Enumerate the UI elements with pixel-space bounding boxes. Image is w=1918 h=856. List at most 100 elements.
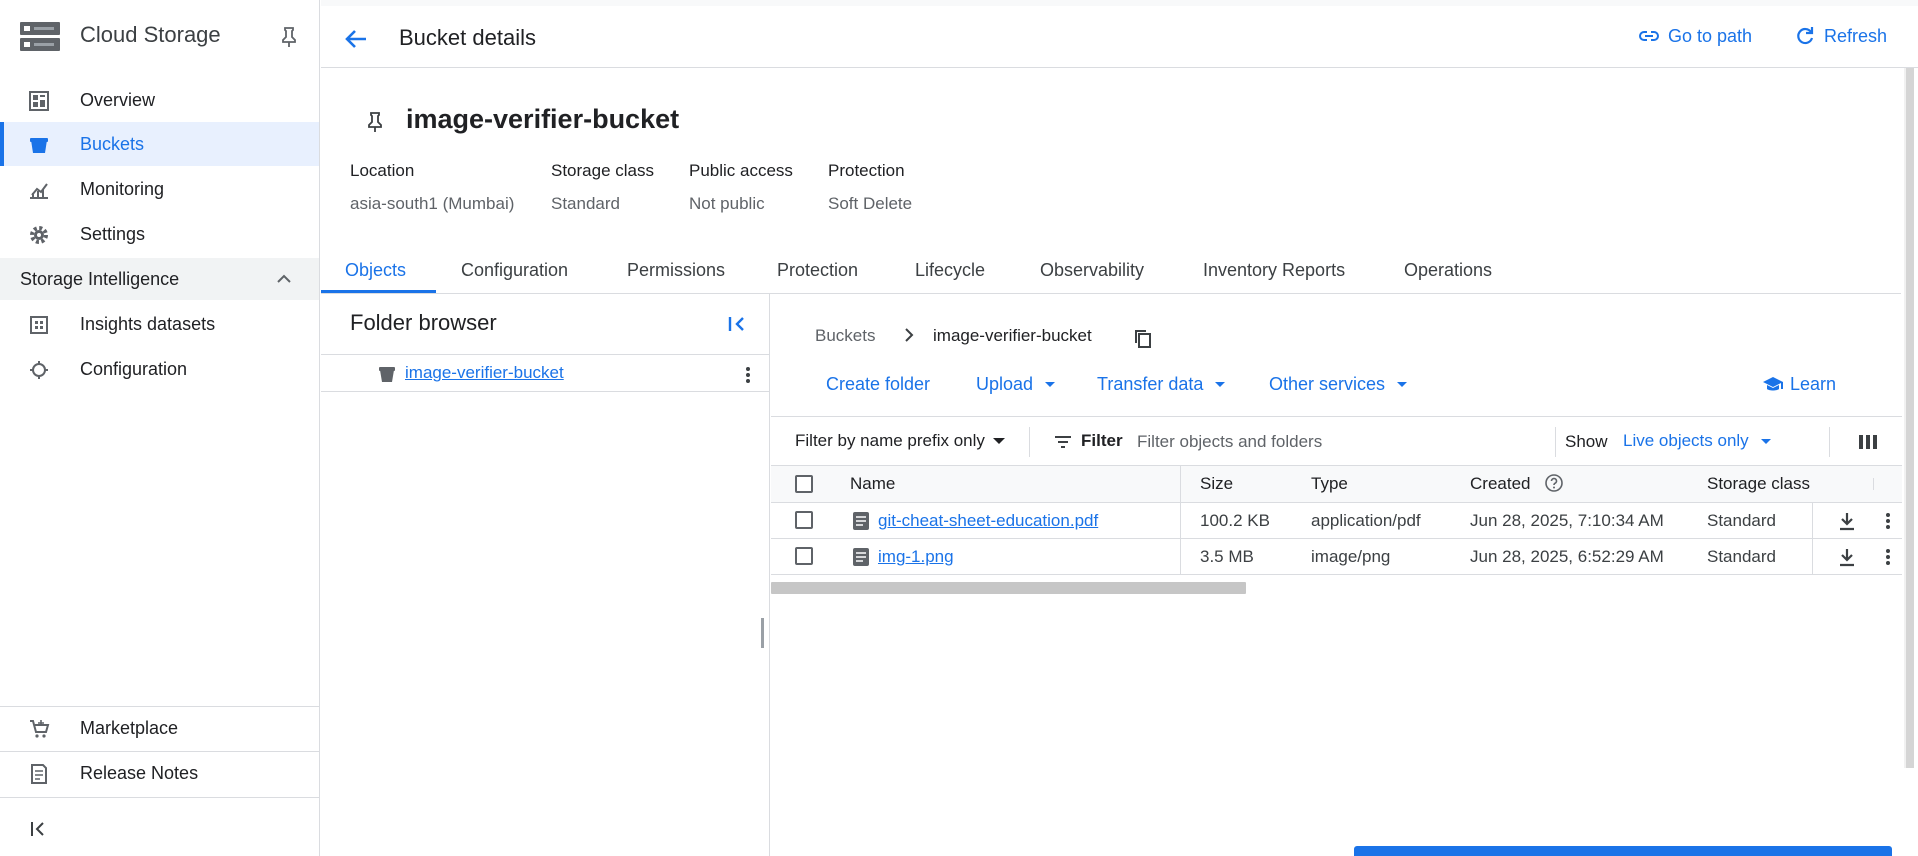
dropdown-caret-icon xyxy=(1397,382,1408,387)
pane-resize-handle[interactable] xyxy=(761,618,764,648)
column-separator xyxy=(1812,503,1813,539)
tab-observability[interactable]: Observability xyxy=(1040,260,1144,281)
breadcrumb-buckets[interactable]: Buckets xyxy=(815,326,875,346)
horizontal-scrollbar[interactable] xyxy=(771,582,1246,594)
column-header-storage-class[interactable]: Storage class xyxy=(1707,474,1810,494)
gear-icon xyxy=(30,226,48,244)
table-row[interactable]: git-cheat-sheet-education.pdf 100.2 KB a… xyxy=(771,503,1902,539)
meta-storage-class: Storage class Standard xyxy=(551,161,654,214)
meta-protection: Protection Soft Delete xyxy=(828,161,912,214)
row-checkbox[interactable] xyxy=(795,511,813,529)
column-separator xyxy=(1873,478,1874,490)
download-icon[interactable] xyxy=(1837,546,1857,568)
tab-configuration[interactable]: Configuration xyxy=(461,260,568,281)
bucket-icon xyxy=(30,138,48,153)
transfer-data-label: Transfer data xyxy=(1097,374,1204,394)
folder-tree-item[interactable]: image-verifier-bucket xyxy=(321,354,770,392)
sidebar-section-storage-intelligence[interactable]: Storage Intelligence xyxy=(0,258,319,300)
meta-key: Public access xyxy=(689,161,793,180)
sidebar-item-settings[interactable]: Settings xyxy=(0,212,319,256)
filter-bar: Filter by name prefix only Filter Show L… xyxy=(771,416,1902,466)
column-header-type[interactable]: Type xyxy=(1311,474,1348,494)
other-services-button[interactable]: Other services xyxy=(1269,374,1408,395)
tab-operations[interactable]: Operations xyxy=(1404,260,1492,281)
dashboard-icon xyxy=(29,91,49,111)
vertical-scrollbar[interactable] xyxy=(1906,68,1914,768)
row-checkbox[interactable] xyxy=(795,547,813,565)
meta-key: Protection xyxy=(828,161,905,180)
go-to-path-button[interactable]: Go to path xyxy=(1638,25,1752,47)
select-all-checkbox[interactable] xyxy=(795,475,813,493)
notes-icon xyxy=(31,764,47,784)
tab-permissions[interactable]: Permissions xyxy=(627,260,725,281)
column-separator xyxy=(1180,539,1181,575)
meta-value: Standard xyxy=(551,194,620,213)
filter-input[interactable] xyxy=(1137,426,1537,458)
link-icon xyxy=(1639,31,1659,41)
bucket-name-heading: image-verifier-bucket xyxy=(406,104,680,134)
sidebar-item-monitoring[interactable]: Monitoring xyxy=(0,167,319,211)
other-services-label: Other services xyxy=(1269,374,1386,394)
tab-inventory-reports[interactable]: Inventory Reports xyxy=(1203,260,1345,281)
chart-icon xyxy=(30,183,48,199)
more-vert-icon[interactable] xyxy=(741,364,755,386)
pin-icon[interactable] xyxy=(279,26,299,48)
sidebar-item-label: Buckets xyxy=(80,133,145,154)
column-header-name[interactable]: Name xyxy=(850,474,895,494)
download-icon[interactable] xyxy=(1837,510,1857,532)
sidebar-item-configuration[interactable]: Configuration xyxy=(0,347,319,391)
sidebar-item-overview[interactable]: Overview xyxy=(0,78,319,122)
dropdown-caret-icon xyxy=(1045,382,1056,387)
sidebar-item-label: Configuration xyxy=(80,358,188,379)
collapse-sidebar-icon[interactable] xyxy=(28,818,50,840)
tab-lifecycle[interactable]: Lifecycle xyxy=(915,260,985,281)
chevron-right-icon xyxy=(905,328,914,342)
back-arrow-icon[interactable] xyxy=(341,24,371,54)
app-root: Cloud Storage Overview Buckets Monitorin… xyxy=(0,0,1918,856)
table-row[interactable]: img-1.png 3.5 MB image/png Jun 28, 2025,… xyxy=(771,539,1902,575)
object-name-link[interactable]: git-cheat-sheet-education.pdf xyxy=(878,511,1098,531)
filter-mode-select[interactable]: Filter by name prefix only xyxy=(795,431,1005,451)
column-header-size[interactable]: Size xyxy=(1200,474,1233,494)
copy-icon[interactable] xyxy=(1133,328,1153,350)
column-header-created[interactable]: Created xyxy=(1470,474,1530,494)
refresh-button[interactable]: Refresh xyxy=(1794,25,1887,47)
more-vert-icon[interactable] xyxy=(1882,546,1894,568)
product-title: Cloud Storage xyxy=(80,22,221,47)
sidebar-item-label: Marketplace xyxy=(80,717,179,738)
meta-key: Location xyxy=(350,161,415,180)
create-folder-label: Create folder xyxy=(826,374,931,394)
tab-protection[interactable]: Protection xyxy=(777,260,858,281)
filter-label: Filter xyxy=(1081,431,1123,450)
refresh-label: Refresh xyxy=(1824,25,1888,46)
dropdown-caret-icon xyxy=(1215,382,1226,387)
transfer-data-button[interactable]: Transfer data xyxy=(1097,374,1226,395)
more-vert-icon[interactable] xyxy=(1882,510,1894,532)
top-bar: Bucket details Go to path Refresh xyxy=(321,0,1918,68)
meta-location: Location asia-south1 (Mumbai) xyxy=(350,161,514,214)
help-icon[interactable] xyxy=(1544,473,1564,493)
sidebar-item-buckets[interactable]: Buckets xyxy=(0,122,319,166)
upload-button[interactable]: Upload xyxy=(976,374,1056,395)
object-size: 3.5 MB xyxy=(1200,547,1254,566)
show-objects-select[interactable]: Live objects only xyxy=(1623,431,1771,451)
learn-button[interactable]: Learn xyxy=(1762,374,1836,395)
create-folder-button[interactable]: Create folder xyxy=(826,374,930,395)
pin-icon[interactable] xyxy=(364,110,386,134)
tab-objects[interactable]: Objects xyxy=(345,260,406,281)
filter-mode-label: Filter by name prefix only xyxy=(795,431,985,450)
folder-tree-link[interactable]: image-verifier-bucket xyxy=(405,363,564,383)
collapse-panel-icon[interactable] xyxy=(726,312,750,336)
sidebar-item-insights-datasets[interactable]: Insights datasets xyxy=(0,302,319,346)
divider xyxy=(1829,427,1830,457)
left-sidebar: Cloud Storage Overview Buckets Monitorin… xyxy=(0,0,320,856)
column-display-icon[interactable] xyxy=(1857,432,1879,452)
sidebar-item-marketplace[interactable]: Marketplace xyxy=(0,706,319,750)
folder-browser-title: Folder browser xyxy=(350,310,497,335)
section-label: Storage Intelligence xyxy=(20,268,180,289)
object-name-link[interactable]: img-1.png xyxy=(878,547,954,567)
bottom-panel-edge xyxy=(1354,846,1892,856)
column-separator[interactable] xyxy=(1180,466,1181,503)
school-icon xyxy=(1763,376,1783,390)
sidebar-item-release-notes[interactable]: Release Notes xyxy=(0,751,319,795)
